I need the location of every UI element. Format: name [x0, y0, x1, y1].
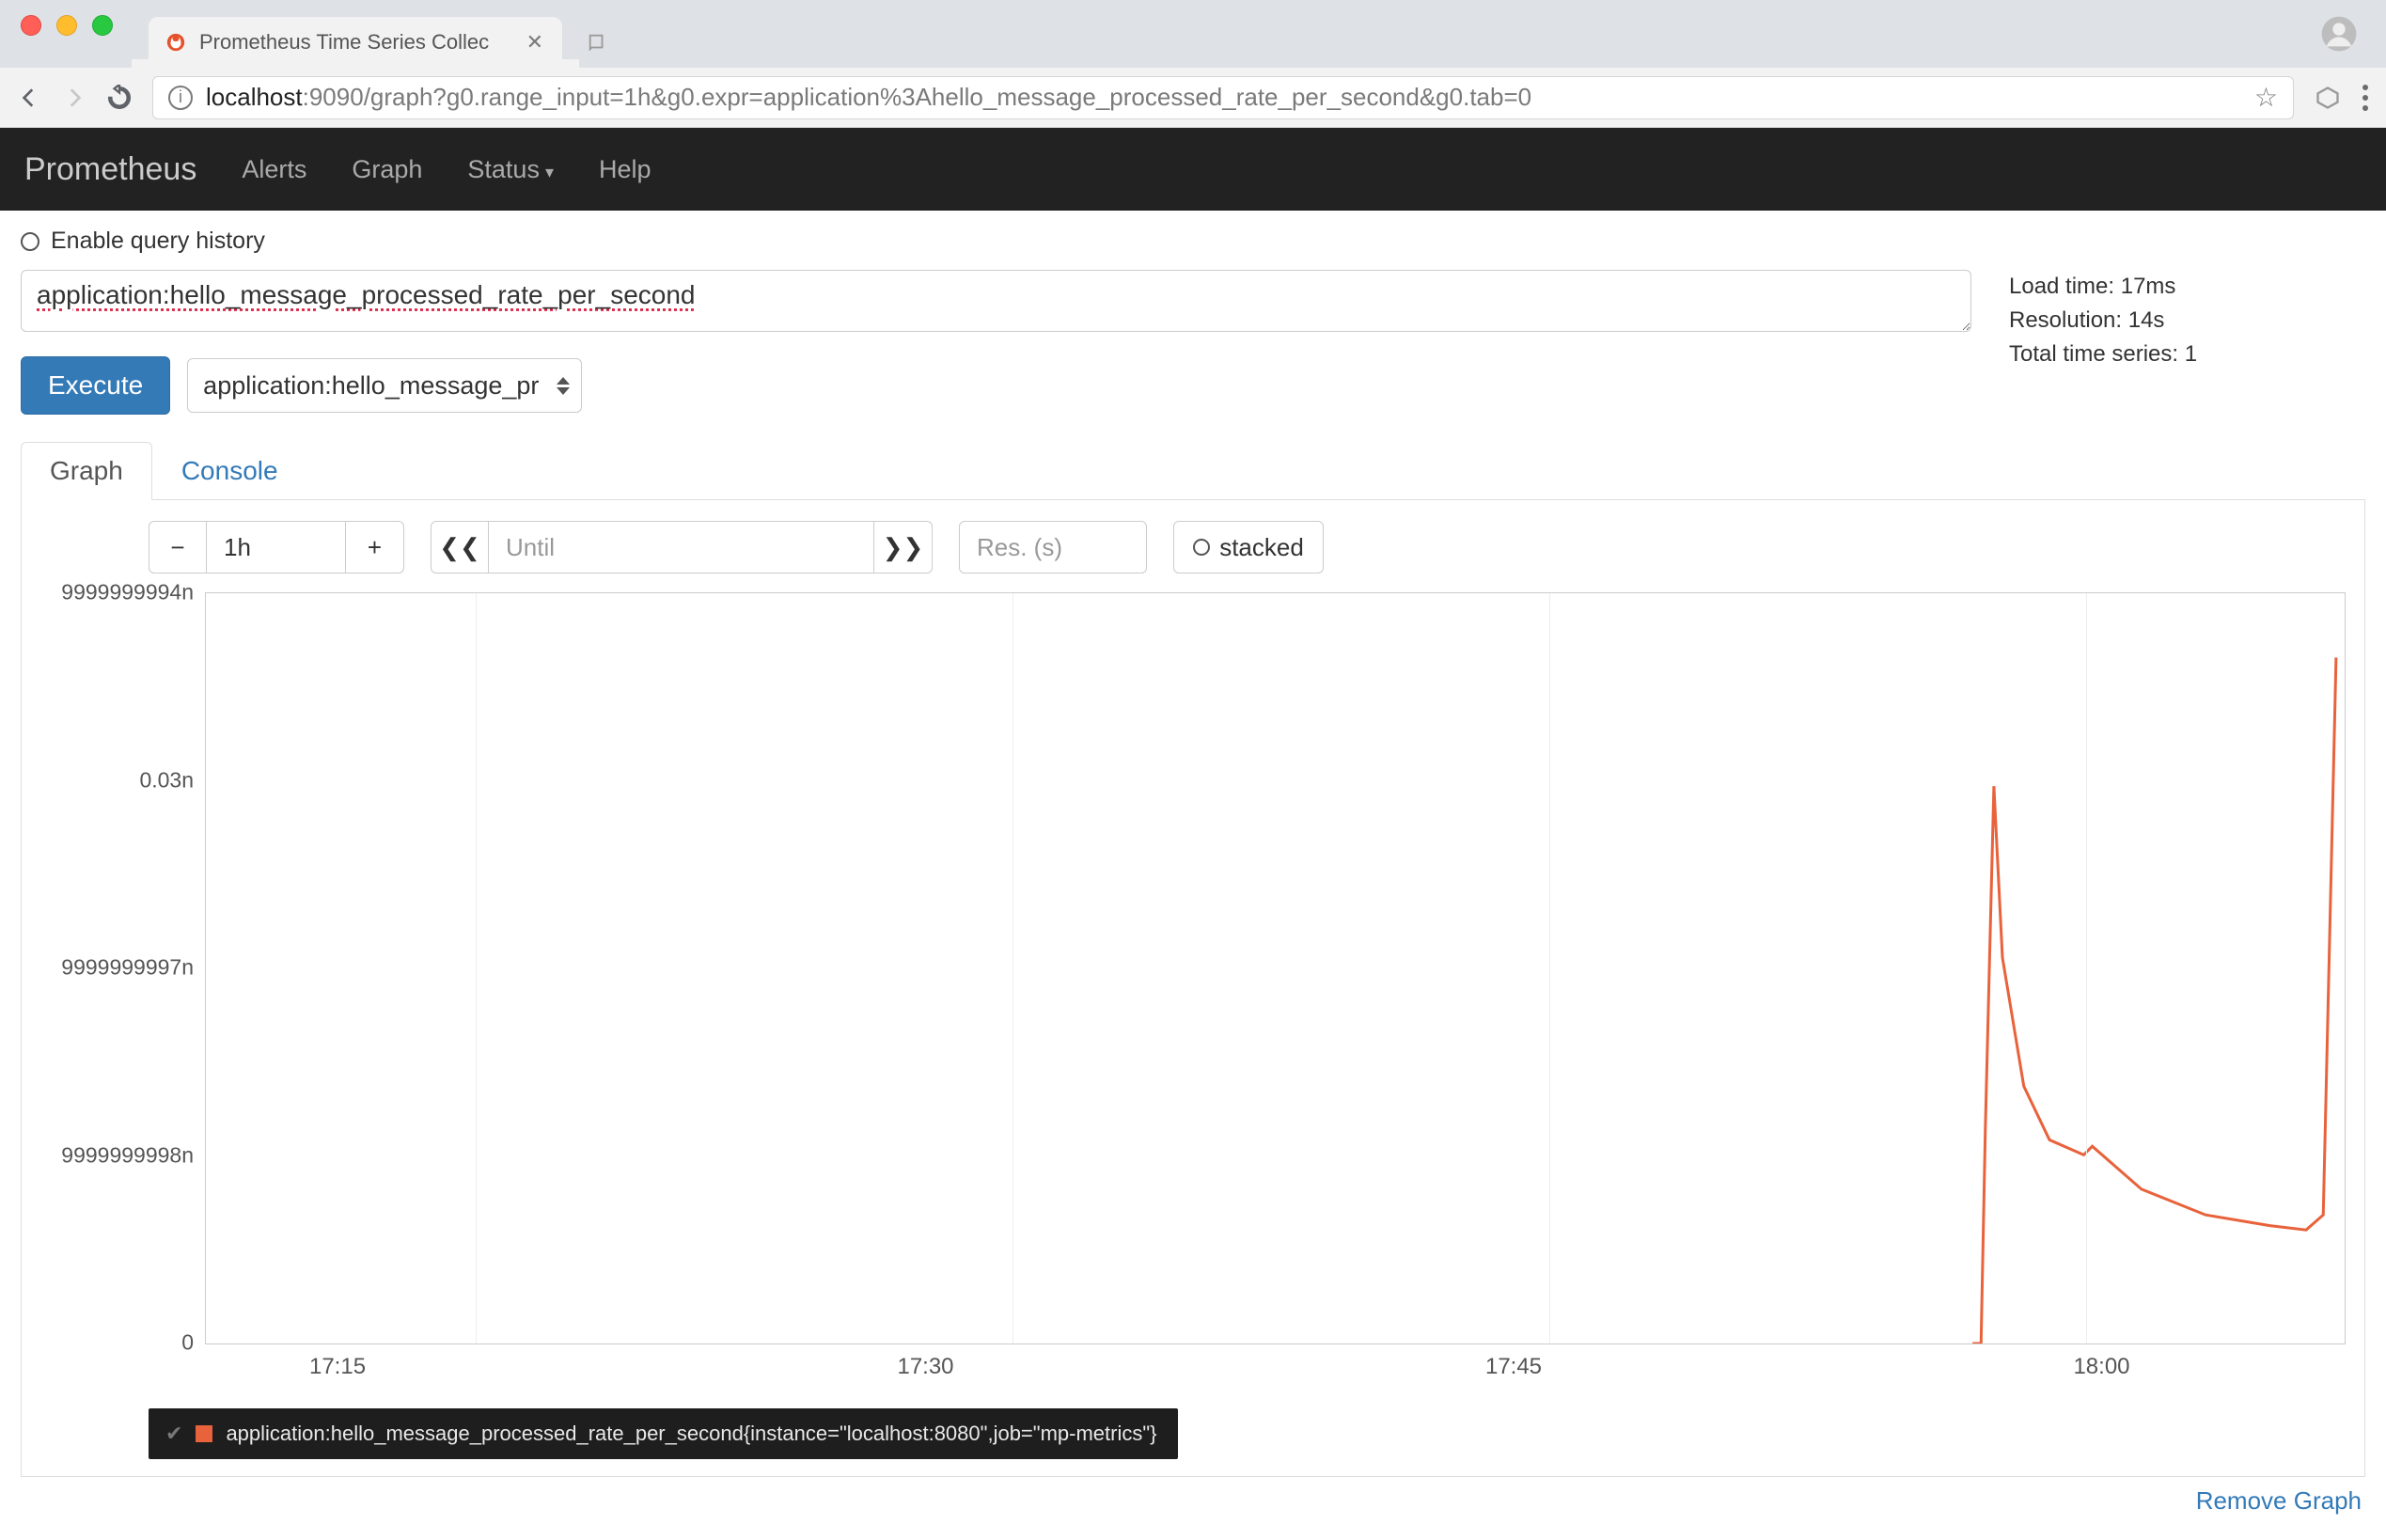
time-prev-button[interactable]: ❮❮	[431, 521, 489, 574]
window-close-button[interactable]	[21, 15, 41, 36]
caret-down-icon: ▾	[545, 163, 554, 181]
expression-input[interactable]: application:hello_message_processed_rate…	[21, 270, 1971, 332]
query-history-label: Enable query history	[51, 228, 265, 255]
plot-area[interactable]	[205, 592, 2346, 1344]
enable-query-history-toggle[interactable]: Enable query history	[21, 228, 2365, 255]
stat-total-series: Total time series: 1	[2009, 338, 2197, 371]
metric-dropdown-value: application:hello_message_pr	[203, 371, 539, 401]
tab-console[interactable]: Console	[152, 442, 307, 500]
reload-button[interactable]	[107, 86, 132, 110]
time-group: ❮❮ Until ❯❯	[431, 521, 933, 574]
grid-line	[2086, 593, 2087, 1344]
chart: 9999999994n0.03n9999999997n9999999998n0	[22, 592, 2364, 1344]
extension-icon[interactable]	[2315, 85, 2341, 111]
resolution-input[interactable]: Res. (s)	[959, 521, 1147, 574]
browser-menu-button[interactable]	[2362, 85, 2369, 111]
x-axis: 17:15 17:30 17:45 18:00	[22, 1344, 2364, 1391]
stacked-toggle[interactable]: stacked	[1173, 521, 1324, 574]
x-tick-label: 18:00	[2073, 1354, 2129, 1380]
series-line	[1972, 657, 2336, 1344]
until-input[interactable]: Until	[489, 521, 874, 574]
radio-empty-icon	[1193, 539, 1210, 556]
prometheus-navbar: Prometheus Alerts Graph Status▾ Help	[0, 128, 2386, 211]
range-value[interactable]: 1h	[207, 521, 346, 574]
y-tick-label: 0.03n	[139, 767, 194, 793]
range-decrease-button[interactable]: −	[149, 521, 207, 574]
stepper-icon	[557, 377, 570, 395]
x-tick-label: 17:15	[309, 1354, 366, 1380]
nav-help[interactable]: Help	[599, 155, 651, 184]
range-group: − 1h +	[149, 521, 404, 574]
grid-line	[1012, 593, 1013, 1344]
check-icon: ✔	[165, 1422, 182, 1446]
time-next-button[interactable]: ❯❯	[874, 521, 933, 574]
series-color-swatch	[196, 1425, 212, 1442]
legend-series-label: application:hello_message_processed_rate…	[226, 1422, 1156, 1446]
site-info-icon[interactable]: i	[168, 86, 193, 110]
window-minimize-button[interactable]	[56, 15, 77, 36]
graph-controls: − 1h + ❮❮ Until ❯❯ Res. (s) stacked	[22, 521, 2364, 574]
back-button[interactable]	[17, 86, 41, 110]
window-controls	[21, 0, 113, 68]
browser-toolbar: i localhost:9090/graph?g0.range_input=1h…	[0, 68, 2386, 128]
address-bar[interactable]: i localhost:9090/graph?g0.range_input=1h…	[152, 76, 2294, 119]
browser-chrome: Prometheus Time Series Collec ✕ i localh…	[0, 0, 2386, 128]
tab-strip: Prometheus Time Series Collec ✕	[0, 0, 2386, 68]
radio-empty-icon	[21, 232, 39, 251]
resolution-group: Res. (s)	[959, 521, 1147, 574]
nav-alerts[interactable]: Alerts	[242, 155, 306, 184]
y-tick-label: 9999999994n	[61, 580, 194, 605]
stat-load-time: Load time: 17ms	[2009, 270, 2197, 304]
bookmark-star-icon[interactable]: ☆	[2254, 82, 2278, 113]
tab-close-icon[interactable]: ✕	[526, 30, 543, 55]
y-tick-label: 9999999997n	[61, 955, 194, 981]
forward-button[interactable]	[62, 86, 86, 110]
grid-line	[1549, 593, 1550, 1344]
metric-dropdown[interactable]: application:hello_message_pr	[187, 358, 582, 413]
prometheus-favicon-icon	[165, 32, 186, 53]
page-content: Enable query history application:hello_m…	[0, 211, 2386, 1525]
stacked-group: stacked	[1173, 521, 1324, 574]
query-stats: Load time: 17ms Resolution: 14s Total ti…	[2009, 270, 2197, 371]
stacked-label: stacked	[1219, 533, 1304, 562]
range-increase-button[interactable]: +	[346, 521, 404, 574]
y-tick-label: 9999999998n	[61, 1142, 194, 1168]
nav-graph[interactable]: Graph	[352, 155, 422, 184]
profile-icon[interactable]	[2320, 15, 2358, 53]
tab-title: Prometheus Time Series Collec	[199, 30, 489, 55]
url-text: localhost:9090/graph?g0.range_input=1h&g…	[206, 83, 1531, 112]
x-tick-label: 17:45	[1485, 1354, 1542, 1380]
tab-graph[interactable]: Graph	[21, 442, 152, 500]
graph-panel: − 1h + ❮❮ Until ❯❯ Res. (s) stacked 9999…	[21, 500, 2365, 1477]
nav-status[interactable]: Status▾	[467, 155, 554, 184]
window-zoom-button[interactable]	[92, 15, 113, 36]
grid-line	[476, 593, 477, 1344]
result-tabs: Graph Console	[21, 441, 2365, 500]
stat-resolution: Resolution: 14s	[2009, 304, 2197, 338]
y-axis: 9999999994n0.03n9999999997n9999999998n0	[22, 592, 205, 1344]
new-tab-button[interactable]	[577, 23, 617, 62]
remove-graph-link[interactable]: Remove Graph	[2196, 1486, 2362, 1515]
legend[interactable]: ✔ application:hello_message_processed_ra…	[149, 1408, 1178, 1459]
brand-label[interactable]: Prometheus	[24, 151, 196, 188]
x-tick-label: 17:30	[897, 1354, 953, 1380]
browser-tab[interactable]: Prometheus Time Series Collec ✕	[149, 17, 562, 68]
execute-button[interactable]: Execute	[21, 356, 170, 415]
